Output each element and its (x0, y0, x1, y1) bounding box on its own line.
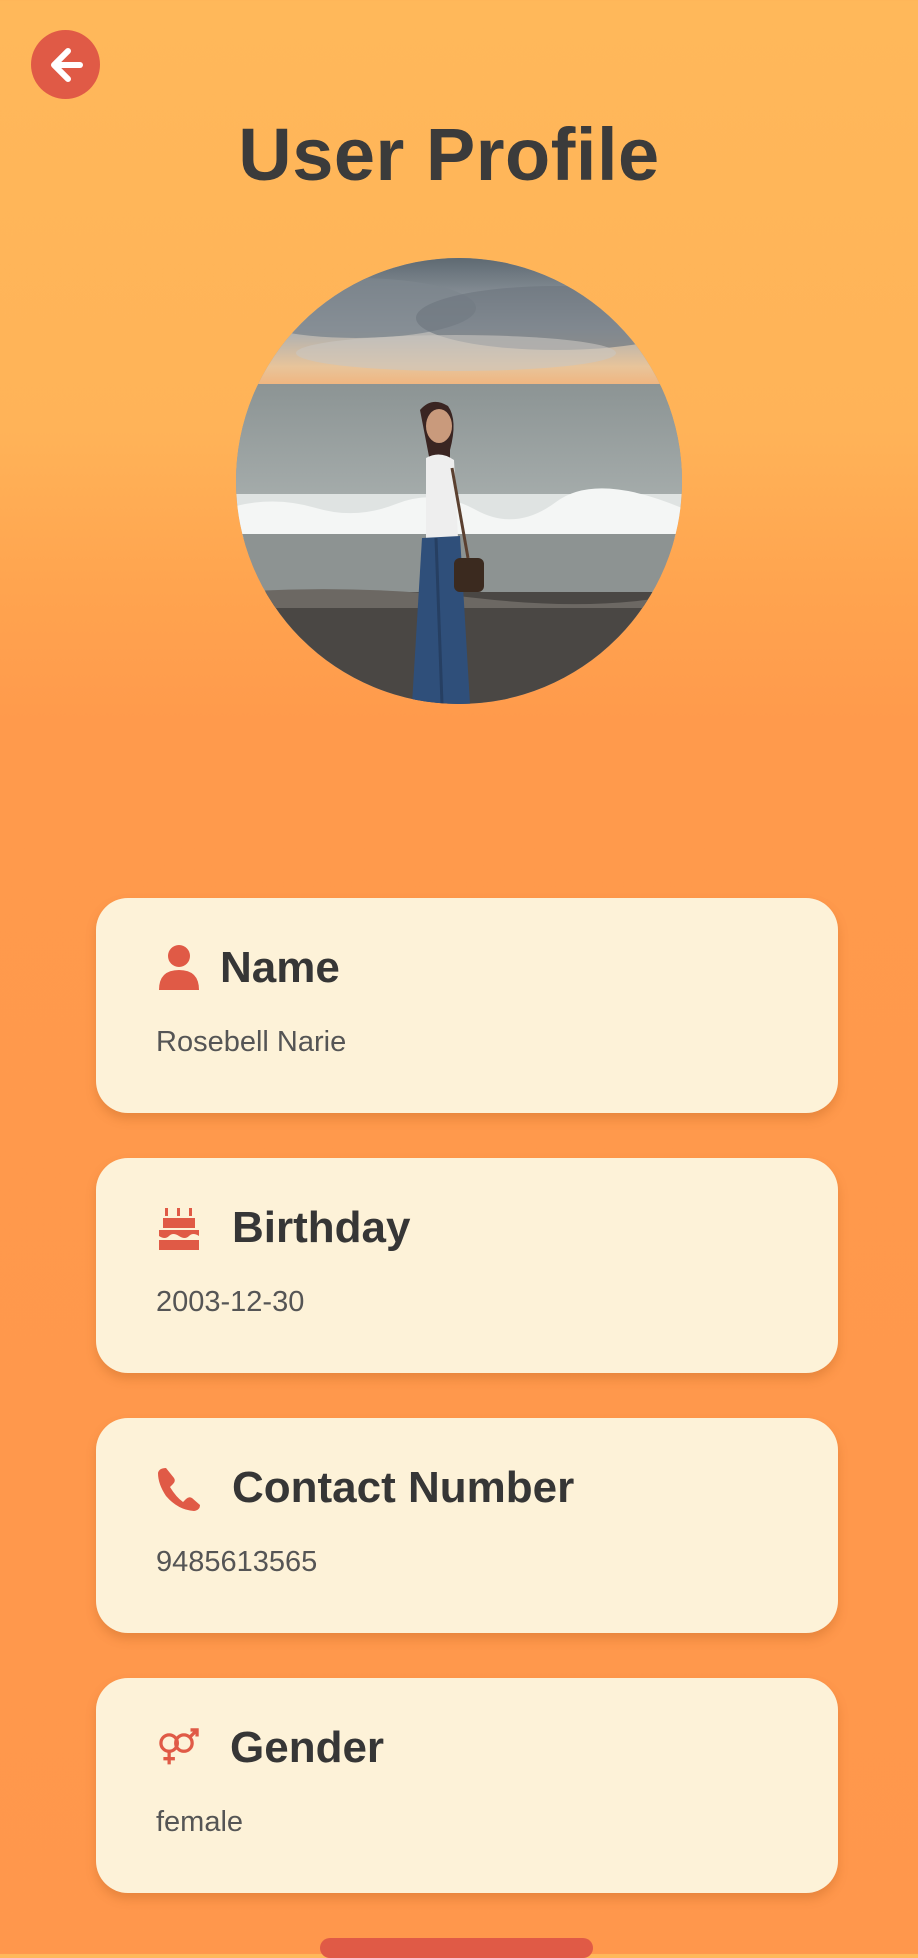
gender-value: female (156, 1806, 244, 1838)
page-title: User Profile (238, 113, 660, 196)
contact-card: Contact Number 9485613565 (96, 1418, 838, 1633)
profile-photo (236, 258, 682, 704)
person-icon (156, 942, 202, 994)
back-button[interactable] (31, 30, 100, 99)
avatar (236, 258, 682, 704)
birthday-card: Birthday 2003-12-30 (96, 1158, 838, 1373)
name-card: Name Rosebell Narie (96, 898, 838, 1113)
phone-icon (156, 1462, 202, 1514)
contact-value: 9485613565 (156, 1546, 318, 1578)
gender-card-title: Gender (230, 1723, 385, 1772)
birthday-value: 2003-12-30 (156, 1286, 305, 1318)
contact-card-title: Contact Number (232, 1463, 575, 1512)
gender-card: Gender female (96, 1678, 838, 1893)
cake-icon (156, 1202, 202, 1254)
home-indicator[interactable] (320, 1938, 593, 1958)
birthday-card-title: Birthday (232, 1203, 411, 1252)
gender-icon (156, 1722, 202, 1774)
name-card-title: Name (220, 943, 340, 992)
name-value: Rosebell Narie (156, 1026, 347, 1058)
arrow-left-icon (50, 47, 83, 82)
